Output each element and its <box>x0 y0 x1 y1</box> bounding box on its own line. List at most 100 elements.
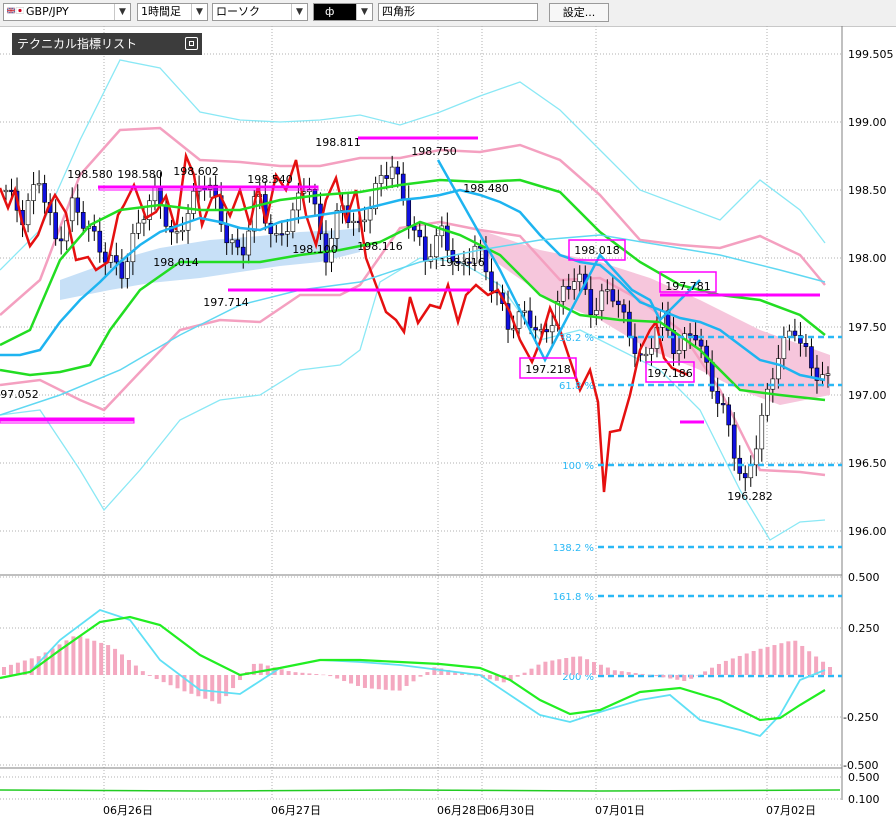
price-label: 196.282 <box>727 490 773 503</box>
macd-bar <box>758 648 763 675</box>
macd-bar <box>682 675 687 682</box>
macd-bar <box>217 675 222 704</box>
candle-body <box>163 205 169 227</box>
candle-body <box>759 414 765 450</box>
macd-bar <box>737 655 742 675</box>
candle-body <box>25 200 31 226</box>
candle-body <box>384 175 389 179</box>
candle-body <box>792 330 798 336</box>
fib-label: 61.8 % <box>559 381 594 392</box>
price-label: 197.781 <box>665 280 711 293</box>
macd-bar <box>92 640 97 675</box>
chevron-down-icon[interactable]: ▼ <box>291 4 307 20</box>
candle-body <box>599 290 605 311</box>
macd-bar <box>328 675 333 677</box>
price-tick: 198.50 <box>848 184 887 197</box>
macd-bar <box>675 675 680 680</box>
price-label: 198.540 <box>247 173 293 186</box>
chevron-down-icon[interactable]: ▼ <box>114 4 130 20</box>
macd-bar <box>286 671 291 675</box>
date-label: 07月02日 <box>766 804 816 817</box>
osc-tick: -0.250 <box>843 711 878 724</box>
candle-body <box>571 281 577 290</box>
chevron-down-icon[interactable]: ▼ <box>356 4 372 20</box>
macd-bar <box>800 645 805 675</box>
red-line <box>0 151 689 493</box>
drawing-tool-select[interactable]: ф ▼ <box>313 3 373 21</box>
candle-body <box>720 403 726 406</box>
candle-body <box>616 300 621 306</box>
macd-bar <box>168 675 173 686</box>
date-label: 06月27日 <box>271 804 321 817</box>
timeframe-select[interactable]: 1時間足 ▼ <box>137 3 208 21</box>
settings-button[interactable]: 設定... <box>549 3 609 22</box>
macd-bar <box>161 675 166 683</box>
candle-body <box>422 236 428 262</box>
symbol-select[interactable]: GBP/JPY ▼ <box>3 3 131 21</box>
candle-body <box>125 261 130 279</box>
macd-bar <box>85 638 90 675</box>
macd-bar <box>772 645 777 675</box>
candle-body <box>400 173 406 200</box>
macd-bar <box>605 667 610 675</box>
macd-bar <box>703 671 708 675</box>
candle-body <box>224 223 229 244</box>
candle-body <box>742 473 748 479</box>
macd-bar <box>710 667 714 675</box>
candle-body <box>389 166 395 179</box>
candle-body <box>91 226 97 232</box>
macd-bar <box>515 675 520 677</box>
candle-body <box>687 333 693 336</box>
candle-body <box>351 220 356 223</box>
candle-body <box>103 251 108 263</box>
candle-body <box>825 373 831 376</box>
chevron-down-icon[interactable]: ▼ <box>191 4 207 20</box>
macd-bar <box>279 669 284 675</box>
macd-bar <box>578 656 583 675</box>
chart-area[interactable]: 38.2 % 61.8 % 100 % 138.2 % 161.8 % 200 … <box>0 26 896 819</box>
candle-body <box>240 246 246 256</box>
macd-bar <box>397 675 402 691</box>
macd-bar <box>779 643 784 675</box>
chart-type-select[interactable]: ローソク ▼ <box>212 3 308 21</box>
macd-bar <box>120 654 124 675</box>
candle-body <box>378 175 384 184</box>
candle-body <box>3 189 9 193</box>
maximize-icon[interactable] <box>185 37 198 50</box>
candle-body <box>627 311 632 338</box>
price-label: 198.580 <box>67 168 113 181</box>
osc-tick: 0.500 <box>848 571 880 584</box>
drawing-tool-icon: ф <box>325 5 335 18</box>
price-label: 198.100 <box>292 243 338 256</box>
macd-bar <box>126 659 131 675</box>
price-label: 198.480 <box>463 182 509 195</box>
candle-body <box>406 198 412 227</box>
candle-body <box>58 238 64 242</box>
indicator-list-panel[interactable]: テクニカル指標リスト <box>12 33 202 55</box>
candle-body <box>709 361 715 392</box>
candle-body <box>395 166 400 175</box>
macd-bar <box>751 651 756 675</box>
candle-body <box>632 336 638 354</box>
date-label: 06月28日 <box>437 804 487 817</box>
macd-bar <box>307 673 312 675</box>
drawing-shape-field[interactable]: 四角形 <box>378 3 538 21</box>
candle-body <box>560 286 566 302</box>
date-label: 06月26日 <box>103 804 153 817</box>
candle-body <box>130 232 136 263</box>
candle-body <box>141 219 147 224</box>
macd-bar <box>258 663 263 675</box>
macd-bar <box>175 675 180 689</box>
macd-bar <box>106 645 111 675</box>
price-label: 197.186 <box>647 367 693 380</box>
candle-body <box>643 353 649 357</box>
macd-bar <box>723 660 728 675</box>
macd-bar <box>349 675 354 684</box>
candle-body <box>69 197 75 222</box>
macd-bar <box>619 671 624 675</box>
candle-body <box>577 273 583 282</box>
macd-bar <box>550 660 555 675</box>
price-tick: 197.00 <box>848 389 887 402</box>
fib-label: 38.2 % <box>559 333 594 344</box>
macd-bar <box>342 675 347 682</box>
